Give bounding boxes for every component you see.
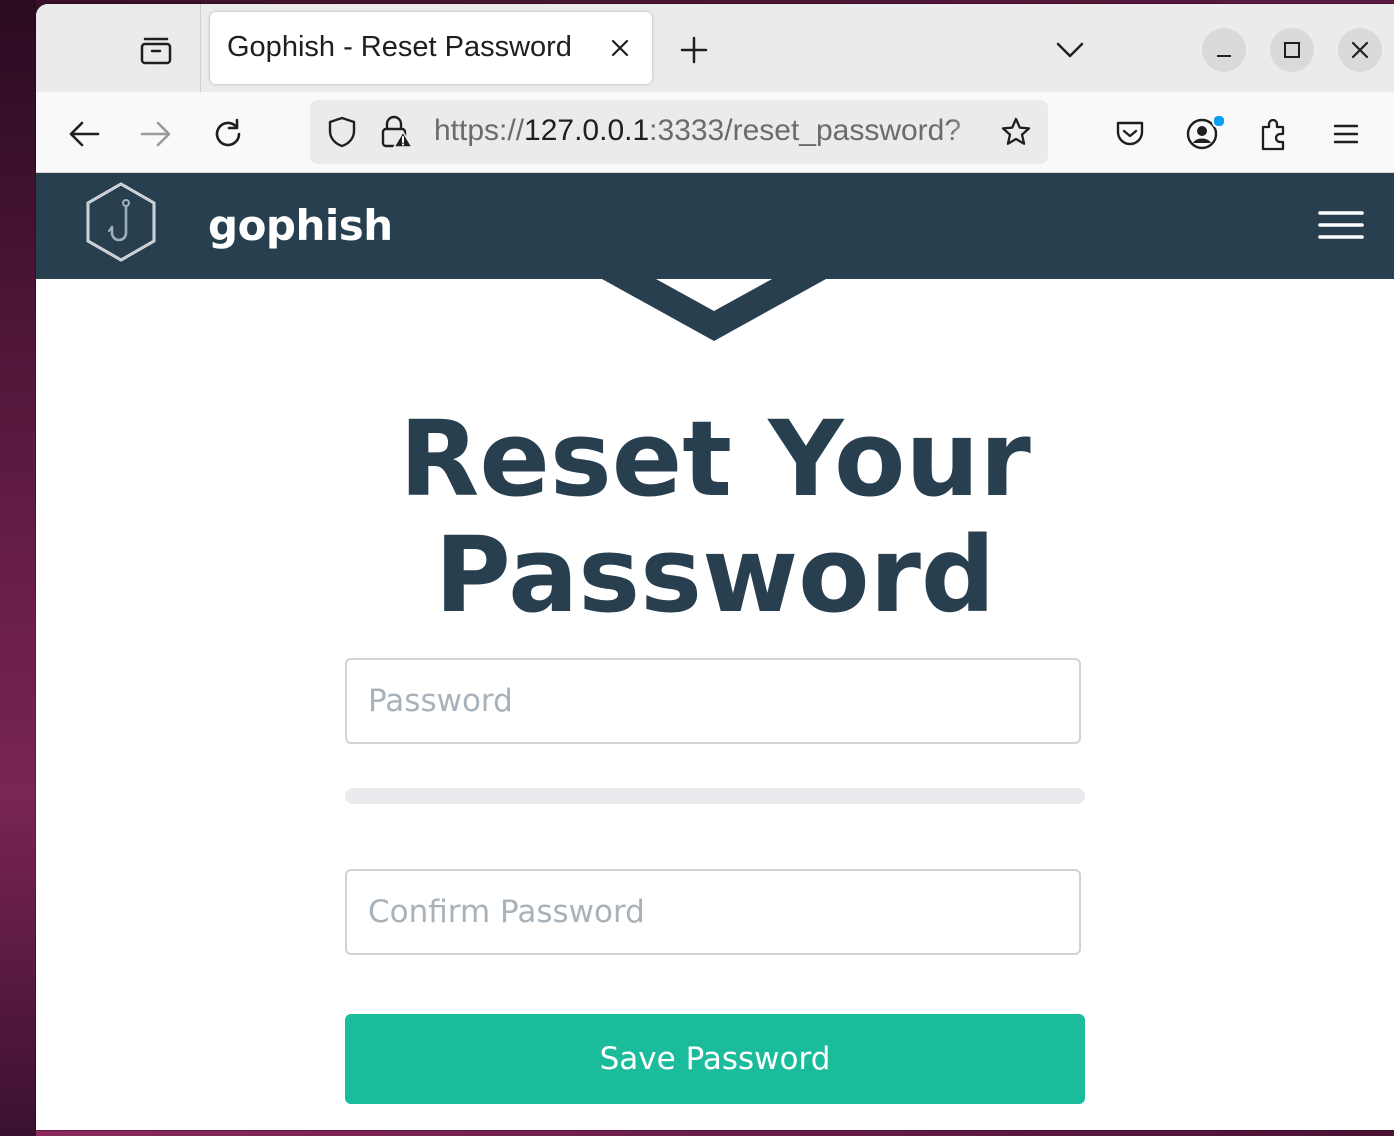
url-path: :3333/reset_password? [649,114,962,147]
page-content: gophish Reset Your Password Save Passwor… [36,173,1394,1130]
save-password-button[interactable]: Save Password [345,1014,1085,1104]
tab-close-icon[interactable] [600,32,640,64]
back-arrow-icon[interactable] [62,112,106,156]
url-text[interactable]: https://127.0.0.1:3333/reset_password? [434,114,986,148]
insecure-lock-icon[interactable] [372,110,420,154]
tab-strip: Gophish - Reset Password [36,4,1394,92]
url-scheme: https:// [434,114,525,147]
puzzle-icon[interactable] [1252,112,1296,156]
tab-list-icon[interactable] [128,28,184,72]
maximize-icon[interactable] [1270,28,1314,72]
new-tab-plus-icon[interactable] [670,28,718,72]
tab-strip-separator [200,4,201,92]
confirm-password-field[interactable] [345,869,1081,955]
menu-hamburger-icon[interactable] [1324,112,1368,156]
account-notification-dot [1212,114,1226,128]
gophish-logo-icon[interactable] [84,181,158,263]
star-icon[interactable] [994,110,1038,154]
close-window-icon[interactable] [1338,28,1382,72]
forward-arrow-icon[interactable] [134,112,178,156]
page-title: Reset Your Password [399,398,1031,636]
minimize-icon[interactable] [1202,28,1246,72]
tab-title: Gophish - Reset Password [227,31,572,63]
password-strength-meter [345,788,1085,804]
chevron-down-icon[interactable] [1046,28,1094,72]
account-icon[interactable] [1180,112,1226,156]
reload-icon[interactable] [206,112,250,156]
pocket-icon[interactable] [1108,112,1152,156]
url-fade [950,106,990,158]
shield-icon[interactable] [320,110,364,154]
desktop-background [0,0,36,1136]
password-field[interactable] [345,658,1081,744]
browser-window: Gophish - Reset Password https://127.0.0… [36,4,1394,1130]
brand-name[interactable]: gophish [208,201,393,250]
url-host: 127.0.0.1 [524,114,650,147]
header-chevron [602,279,826,341]
tab-active[interactable]: Gophish - Reset Password [210,12,652,84]
gophish-navbar: gophish [36,173,1394,279]
address-bar[interactable]: https://127.0.0.1:3333/reset_password? [310,100,1048,164]
navbar-toggle-hamburger-icon[interactable] [1316,205,1366,245]
navigation-toolbar: https://127.0.0.1:3333/reset_password? [36,92,1394,173]
